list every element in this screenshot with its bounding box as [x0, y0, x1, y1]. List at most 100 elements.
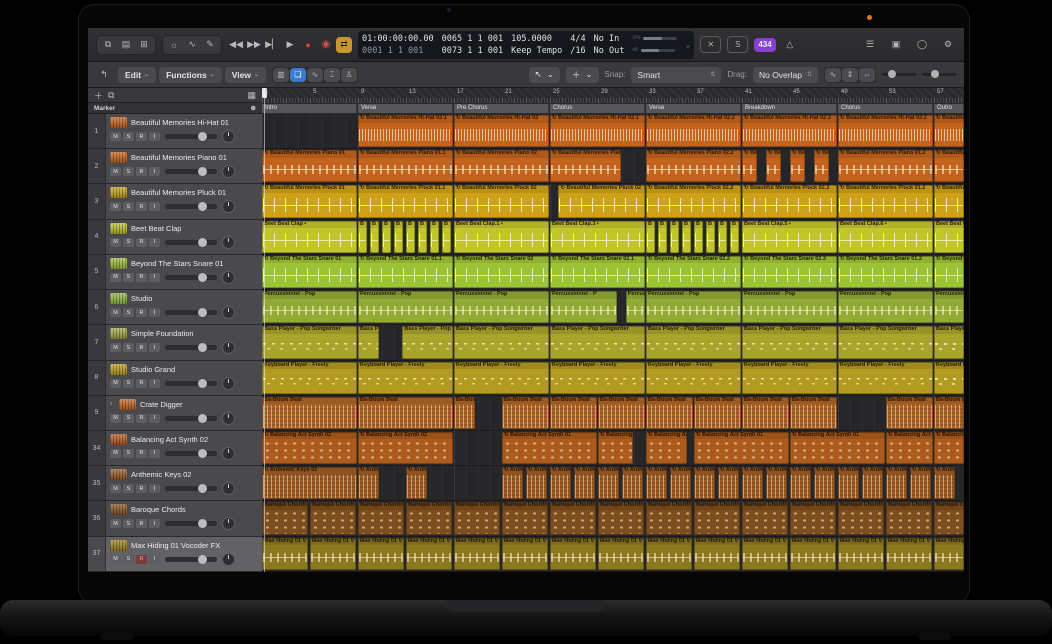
volume-slider[interactable]	[165, 557, 217, 562]
duplicate-track-button[interactable]: ⧉	[108, 90, 114, 101]
region[interactable]: B	[418, 221, 427, 253]
volume-slider[interactable]	[165, 204, 217, 209]
region[interactable]: Baroque Chords	[310, 502, 356, 534]
region[interactable]: Percussionist - Pop	[454, 291, 549, 323]
region[interactable]: Baroque Chords	[790, 502, 836, 534]
region[interactable]: ↻ Beautiful Memories Piano 01.3	[934, 150, 964, 182]
pan-knob[interactable]	[222, 377, 235, 390]
region[interactable]: ↻ Beyond The Stars Snare 02.3	[742, 256, 837, 288]
region[interactable]: Keyboard Player - Freely	[646, 362, 741, 394]
region[interactable]: ↻ Be	[742, 150, 757, 182]
record-enable-button[interactable]: R	[136, 238, 147, 247]
region[interactable]: Percussionist - P	[550, 291, 617, 323]
solo-button[interactable]: S	[123, 132, 134, 141]
section-marker-breakdown[interactable]: Breakdown	[742, 104, 837, 113]
mute-button[interactable]: M	[110, 343, 121, 352]
region[interactable]: Keyboard Player - Freely	[934, 362, 964, 394]
region[interactable]: ↻ Balancing Act Synth 01	[934, 432, 964, 464]
solo-button[interactable]: S	[123, 519, 134, 528]
vertical-zoom-button[interactable]: ⇕	[842, 68, 858, 82]
edit-menu[interactable]: Edit⌄	[118, 67, 156, 83]
region[interactable]: Baroque Chords	[406, 502, 452, 534]
region[interactable]: Percussionist - Pop	[742, 291, 837, 323]
volume-slider[interactable]	[165, 451, 217, 456]
input-monitor-button[interactable]: I	[149, 379, 160, 388]
master-mute-button[interactable]: ✕	[700, 36, 721, 53]
track-header-35[interactable]: 35Anthemic Keys 02MSRI	[88, 466, 262, 501]
region[interactable]: ↻ Balancing Act Synth 01	[694, 432, 789, 464]
record-enable-button[interactable]: R	[136, 343, 147, 352]
region[interactable]: Max Hiding 01 V	[934, 538, 964, 570]
mute-button[interactable]: M	[110, 555, 121, 564]
section-marker-intro[interactable]: Intro	[262, 104, 357, 113]
pan-knob[interactable]	[222, 130, 235, 143]
region[interactable]: Bass Player - Pop Songwriter	[262, 326, 357, 358]
region[interactable]: B	[658, 221, 667, 253]
region[interactable]: ↻ Anthemic	[694, 467, 715, 499]
track-header-5[interactable]: 5Beyond The Stars Snare 01MSRI	[88, 255, 262, 290]
functions-menu[interactable]: Functions⌄	[159, 67, 222, 83]
record-enable-button[interactable]: R	[136, 308, 147, 317]
library-button[interactable]: ⧉	[100, 37, 116, 53]
bar-ruler[interactable]: 159131721252933374145495357	[262, 88, 964, 104]
region[interactable]: ↻ Balancing Act Synth 01	[502, 432, 597, 464]
input-monitor-button[interactable]: I	[149, 273, 160, 282]
forward-button[interactable]: ▶▶	[246, 37, 262, 53]
mute-button[interactable]: M	[110, 273, 121, 282]
solo-button[interactable]: S	[123, 484, 134, 493]
waveform-zoom-button[interactable]: ∿	[825, 68, 841, 82]
region[interactable]: Bass Player - Pop Songwriter	[646, 326, 741, 358]
region[interactable]: B	[394, 221, 403, 253]
metronome-icon[interactable]: △	[782, 37, 798, 53]
solo-button[interactable]: S	[123, 555, 134, 564]
volume-slider[interactable]	[165, 134, 217, 139]
region[interactable]: Keyboard Player - Freely	[838, 362, 933, 394]
region[interactable]: ↻ Beautiful Memories Piano 02	[550, 150, 621, 182]
pan-knob[interactable]	[222, 200, 235, 213]
lcd-chevron-icon[interactable]: ⌄	[685, 40, 690, 49]
record-enable-button[interactable]: R	[136, 379, 147, 388]
region[interactable]: Ba-Boom Beat	[598, 397, 645, 429]
input-monitor-button[interactable]: I	[149, 449, 160, 458]
track-header-8[interactable]: 8Studio GrandMSRI	[88, 361, 262, 396]
region[interactable]: Ba-Boom Beat	[502, 397, 549, 429]
pan-knob[interactable]	[222, 341, 235, 354]
region[interactable]: ↻ Anthemic	[766, 467, 787, 499]
region[interactable]: Percussionist	[626, 291, 645, 323]
region[interactable]: ↻ Anthemic	[598, 467, 619, 499]
record-button[interactable]: ●	[300, 37, 316, 53]
capture-recording-button[interactable]: ◉	[318, 37, 334, 53]
volume-slider[interactable]	[165, 169, 217, 174]
region[interactable]: Baroque Chords	[502, 502, 548, 534]
region[interactable]: ↻ Beautiful Memories Piano 01.1	[358, 150, 453, 182]
region[interactable]: Keyboard Player - Freely	[550, 362, 645, 394]
region[interactable]: ↻ Beautiful Memories Piano 01.2	[838, 150, 933, 182]
region[interactable]: ↻ Beautiful Memories Pluck 01.2	[838, 185, 933, 217]
region[interactable]: ↻ Balancing Act Synth 01	[886, 432, 933, 464]
marker-global-track[interactable]: Marker ⊕	[88, 103, 262, 114]
region[interactable]: ↻ Beautiful Memories Pluck 01.3	[934, 185, 964, 217]
region[interactable]: B	[370, 221, 379, 253]
section-marker-outro[interactable]: Outro	[934, 104, 964, 113]
region[interactable]: Baroque Chords	[550, 502, 596, 534]
back-button[interactable]: ↰	[96, 67, 112, 83]
record-enable-button[interactable]: R	[136, 414, 147, 423]
solo-button[interactable]: S	[123, 273, 134, 282]
mute-button[interactable]: M	[110, 167, 121, 176]
track-header-7[interactable]: 7Simple FoundationMSRI	[88, 325, 262, 360]
command-click-tool-menu[interactable]: ＋⌄	[566, 67, 599, 83]
region[interactable]: Percussionist - Pop	[358, 291, 453, 323]
count-badge[interactable]: 434	[754, 38, 775, 52]
input-monitor-button[interactable]: I	[149, 202, 160, 211]
cycle-button[interactable]: ⇄	[336, 37, 352, 53]
volume-slider[interactable]	[165, 310, 217, 315]
region[interactable]: ↻ Beyond The Stars Snare 01.3	[934, 256, 964, 288]
quick-help-button[interactable]: ⊞	[136, 37, 152, 53]
record-enable-button[interactable]: R	[136, 449, 147, 458]
section-marker-verse[interactable]: Verse	[358, 104, 453, 113]
pan-knob[interactable]	[222, 482, 235, 495]
section-marker-chorus[interactable]: Chorus	[838, 104, 933, 113]
region[interactable]: Beet Beat Clap.6 ▪	[838, 221, 933, 253]
region[interactable]: Ba-Boom Beat	[742, 397, 789, 429]
region[interactable]: ↻ Beautiful Memories Pluck 02.2	[646, 185, 741, 217]
